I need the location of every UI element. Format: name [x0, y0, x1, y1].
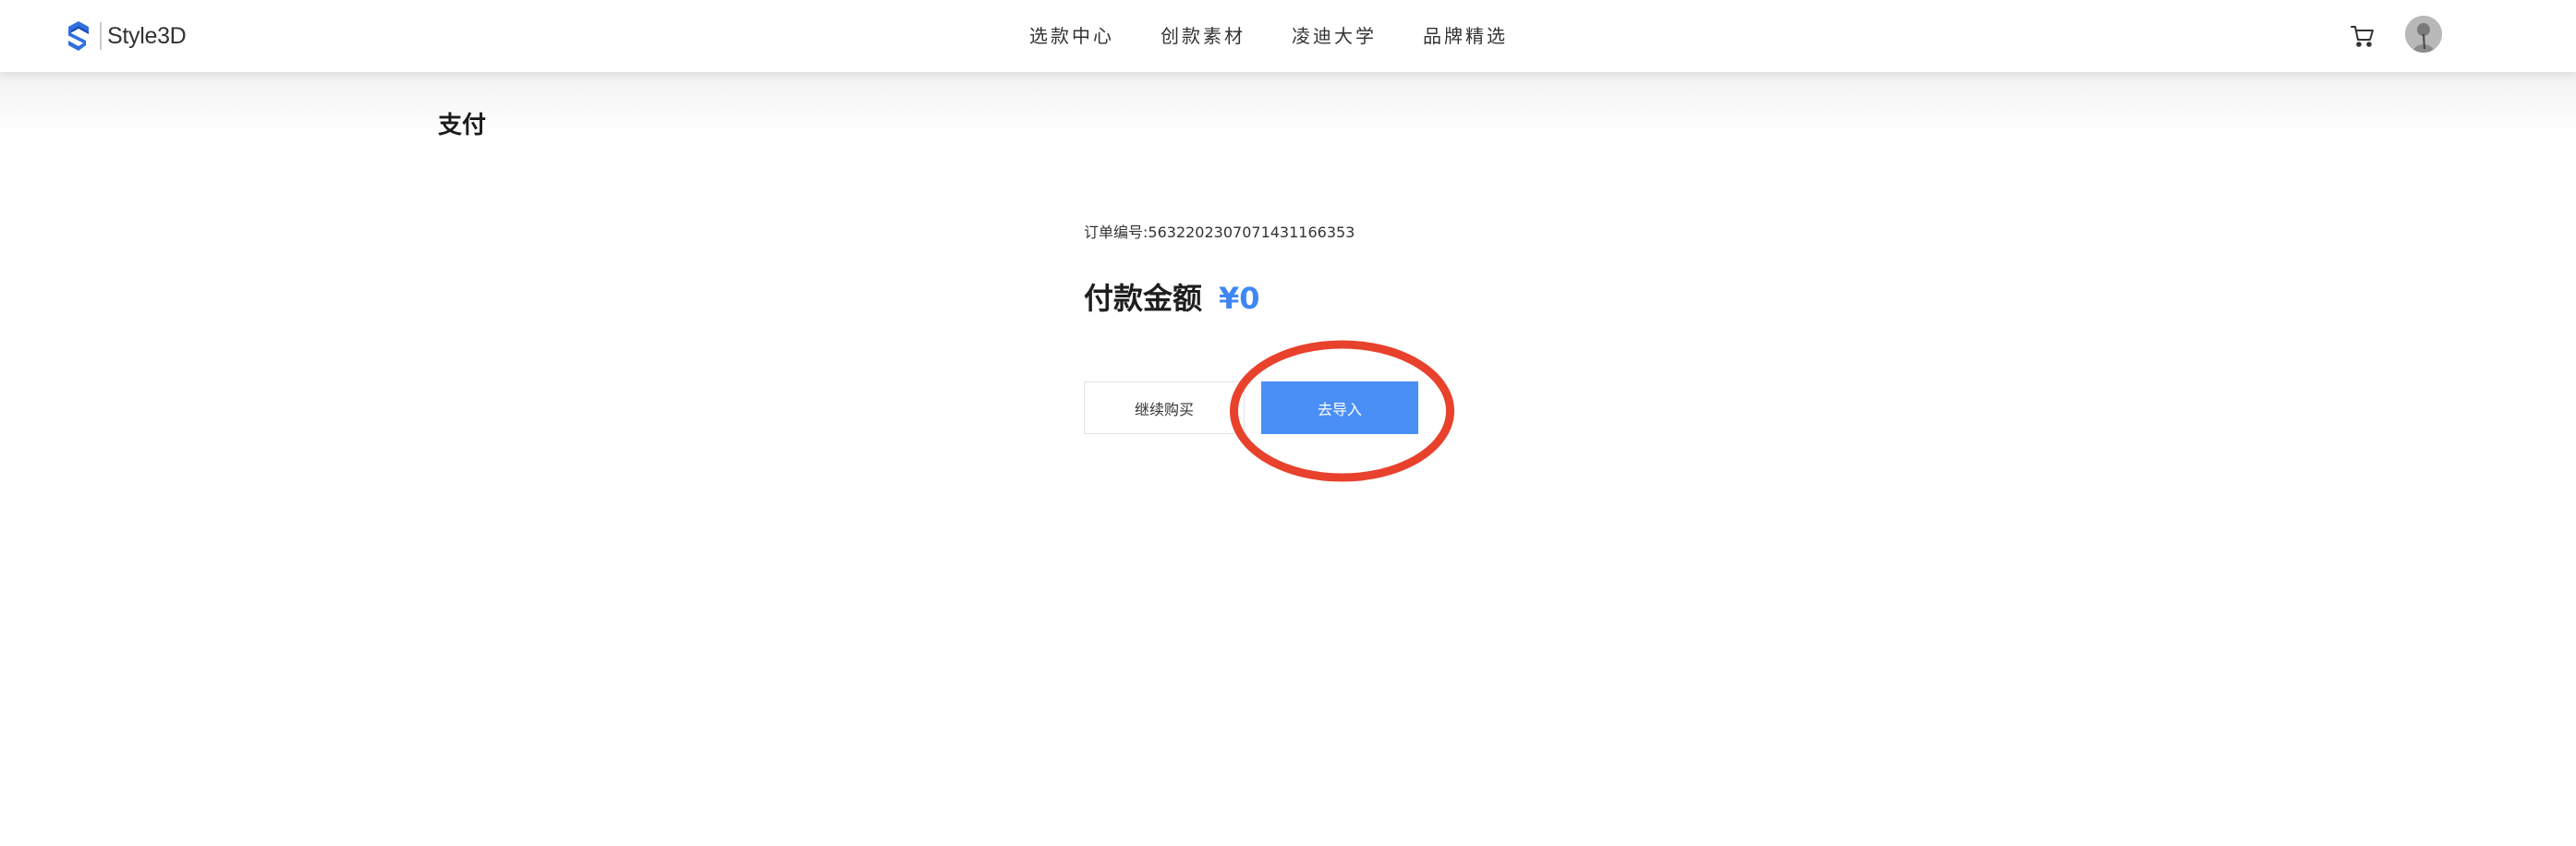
payment-amount-label: 付款金额: [1084, 281, 1203, 316]
top-navigation-bar: Style3D 选款中心 创款素材 凌迪大学 品牌精选: [0, 0, 2576, 72]
order-number-line: 订单编号:563220230707143116635​3: [1084, 222, 1355, 244]
cart-icon[interactable]: [2349, 22, 2376, 50]
style3d-logo-icon: [68, 21, 89, 51]
user-avatar[interactable]: [2405, 16, 2442, 53]
page-header-band: [0, 72, 2576, 137]
nav-item-lingdi-university[interactable]: 凌迪大学: [1292, 22, 1377, 50]
order-number-label: 订单编号:: [1084, 224, 1148, 241]
order-number-value: 563220230707143116635​3: [1148, 224, 1355, 241]
style3d-logo[interactable]: Style3D: [65, 18, 187, 54]
continue-shopping-button[interactable]: 继续购买: [1084, 381, 1245, 434]
logo-text: Style3D: [107, 22, 187, 49]
logo-separator: [100, 22, 102, 50]
page-title: 支付: [438, 112, 487, 139]
payment-amount-value: ¥0: [1219, 281, 1260, 316]
payment-amount: 付款金额 ¥0: [1084, 275, 1260, 318]
nav-item-brand-picks[interactable]: 品牌精选: [1423, 22, 1508, 50]
nav-item-selection-center[interactable]: 选款中心: [1029, 22, 1114, 50]
nav-item-design-materials[interactable]: 创款素材: [1160, 22, 1245, 50]
main-nav: 选款中心 创款素材 凌迪大学 品牌精选: [1029, 22, 1508, 50]
go-import-button[interactable]: 去导入: [1261, 381, 1418, 434]
